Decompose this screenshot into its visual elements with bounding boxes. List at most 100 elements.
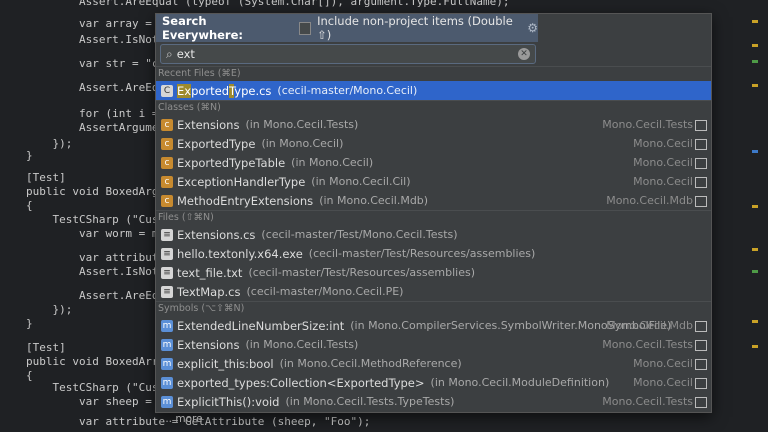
- include-non-project-label[interactable]: Include non-project items (Double ⇧): [317, 14, 519, 42]
- result-name: ExplicitThis():void: [177, 394, 280, 409]
- code-line: var sheep = mo: [26, 395, 172, 408]
- result-module: Mono.Cecil: [633, 376, 693, 389]
- result-row-symbols[interactable]: m Extensions (in Mono.Cecil.Tests) Mono.Cec…: [156, 335, 711, 354]
- search-everywhere-popup: Search Everywhere: Include non-project i…: [155, 13, 712, 425]
- group-header-files: Files (⇧⌘N): [156, 210, 711, 225]
- result-context: (cecil-master/Mono.Cecil.PE): [246, 285, 404, 298]
- symbol-icon: m: [161, 319, 173, 332]
- result-name: Extensions: [177, 117, 240, 132]
- module-icon: [695, 139, 707, 150]
- result-name: exported_types:Collection<ExportedType>: [177, 375, 425, 390]
- result-module: Mono.Cecil.Mdb: [606, 319, 693, 332]
- results-list: Recent Files (⌘E) C ExportedType.cs (cec…: [156, 66, 711, 427]
- result-context: (in Mono.Cecil.Cil): [311, 175, 411, 188]
- result-row-files[interactable]: ≡ text_file.txt (cecil-master/Test/Resourc…: [156, 263, 711, 282]
- gutter-marker: [752, 84, 758, 87]
- result-row-recent-0[interactable]: C ExportedType.cs (cecil-master/Mono.Cec…: [156, 81, 711, 100]
- group-header-recent: Recent Files (⌘E): [156, 66, 711, 81]
- module-icon: [695, 397, 707, 408]
- result-row-symbols[interactable]: m ExtendedLineNumberSize:int (in Mono.Comp…: [156, 316, 711, 335]
- search-icon: ⌕: [166, 46, 173, 61]
- module-icon: [695, 158, 707, 169]
- file-icon: ≡: [161, 228, 173, 241]
- result-module: Mono.Cecil.Mdb: [606, 194, 693, 207]
- group-header-classes: Classes (⌘N): [156, 100, 711, 115]
- result-context: (in Mono.Cecil.Tests): [245, 338, 359, 351]
- result-row-classes[interactable]: c ExportedTypeTable (in Mono.Cecil) Mono.Ce…: [156, 153, 711, 172]
- result-name: TextMap.cs: [177, 284, 241, 299]
- code-line: }: [26, 149, 33, 162]
- gutter-marker: [752, 44, 758, 47]
- code-line: AssertArgumen: [26, 121, 166, 134]
- module-icon: [695, 378, 707, 389]
- result-module: Mono.Cecil.Tests: [602, 338, 693, 351]
- result-name: ExportedTypeTable: [177, 155, 286, 170]
- gutter-marker: [752, 205, 758, 208]
- result-row-files[interactable]: ≡ TextMap.cs (cecil-master/Mono.Cecil.PE): [156, 282, 711, 301]
- result-row-classes[interactable]: c ExportedType (in Mono.Cecil) Mono.Cecil: [156, 134, 711, 153]
- code-line: Assert.AreEqual (typeof (System.Char[]),…: [26, 0, 510, 8]
- more-link[interactable]: ... more: [156, 411, 711, 427]
- file-icon: ≡: [161, 247, 173, 260]
- code-line: });: [26, 137, 73, 150]
- result-context: (in Mono.Cecil.Mdb): [319, 194, 429, 207]
- result-module: Mono.Cecil.Tests: [602, 395, 693, 408]
- result-name: MethodEntryExtensions: [177, 193, 314, 208]
- search-input[interactable]: [176, 47, 497, 61]
- popup-title: Search Everywhere:: [162, 14, 243, 42]
- result-module: Mono.Cecil: [633, 357, 693, 370]
- result-context: (cecil-master/Test/Mono.Cecil.Tests): [261, 228, 458, 241]
- module-icon: [695, 196, 707, 207]
- symbol-icon: m: [161, 395, 173, 408]
- result-row-symbols[interactable]: m exported_types:Collection<ExportedType>…: [156, 373, 711, 392]
- result-name: ExportedType.cs: [177, 83, 272, 98]
- file-cs-icon: C: [161, 84, 173, 97]
- symbol-icon: m: [161, 376, 173, 389]
- module-icon: [695, 321, 707, 332]
- include-non-project-checkbox[interactable]: [298, 21, 312, 35]
- code-line: Assert.IsNotN: [26, 33, 166, 46]
- result-context: (in Mono.Cecil): [291, 156, 374, 169]
- result-module: Mono.Cecil.Tests: [602, 118, 693, 131]
- gutter-marker: [752, 270, 758, 273]
- module-icon: [695, 340, 707, 351]
- code-line: });: [26, 303, 73, 316]
- result-row-classes[interactable]: c MethodEntryExtensions (in Mono.Cecil.Mdb…: [156, 191, 711, 210]
- gutter-marker: [752, 248, 758, 251]
- gutter-marker: [752, 20, 758, 23]
- clear-icon[interactable]: ✕: [518, 48, 530, 60]
- module-icon: [695, 177, 707, 188]
- result-module: Mono.Cecil: [633, 137, 693, 150]
- class-icon: c: [161, 194, 173, 207]
- code-line: var str = "ce: [26, 57, 166, 70]
- result-name: hello.textonly.x64.exe: [177, 246, 303, 261]
- result-row-classes[interactable]: c Extensions (in Mono.Cecil.Tests) Mono.Cec…: [156, 115, 711, 134]
- file-icon: ≡: [161, 285, 173, 298]
- result-name: Extensions: [177, 337, 240, 352]
- result-context: (in Mono.Cecil): [261, 137, 344, 150]
- code-line: public void BoxedArra: [26, 355, 166, 368]
- result-context: (cecil-master/Test/Resources/assemblies): [248, 266, 476, 279]
- code-line: var array = a: [26, 17, 166, 30]
- code-line: }: [26, 317, 33, 330]
- search-field[interactable]: ⌕ ✕: [160, 44, 536, 64]
- result-context: (in Mono.Cecil.Tests): [245, 118, 359, 131]
- class-icon: c: [161, 175, 173, 188]
- symbol-icon: m: [161, 357, 173, 370]
- result-row-symbols[interactable]: m ExplicitThis():void (in Mono.Cecil.Tests…: [156, 392, 711, 411]
- class-icon: c: [161, 156, 173, 169]
- result-name: ExceptionHandlerType: [177, 174, 306, 189]
- module-icon: [695, 120, 707, 131]
- class-icon: c: [161, 118, 173, 131]
- code-line: var worm = mo: [26, 227, 166, 240]
- gear-icon[interactable]: ⚙: [527, 21, 538, 35]
- result-context: (in Mono.Cecil.Tests.TypeTests): [285, 395, 455, 408]
- result-row-classes[interactable]: c ExceptionHandlerType (in Mono.Cecil.Cil)…: [156, 172, 711, 191]
- result-name: Extensions.cs: [177, 227, 256, 242]
- result-row-symbols[interactable]: m explicit_this:bool (in Mono.Cecil.Method…: [156, 354, 711, 373]
- result-context: (cecil-master/Mono.Cecil): [277, 84, 418, 97]
- result-row-files[interactable]: ≡ Extensions.cs (cecil-master/Test/Mono.Ce…: [156, 225, 711, 244]
- code-line: Assert.AreEqu: [26, 81, 166, 94]
- result-name: explicit_this:bool: [177, 356, 274, 371]
- result-row-files[interactable]: ≡ hello.textonly.x64.exe (cecil-master/Tes…: [156, 244, 711, 263]
